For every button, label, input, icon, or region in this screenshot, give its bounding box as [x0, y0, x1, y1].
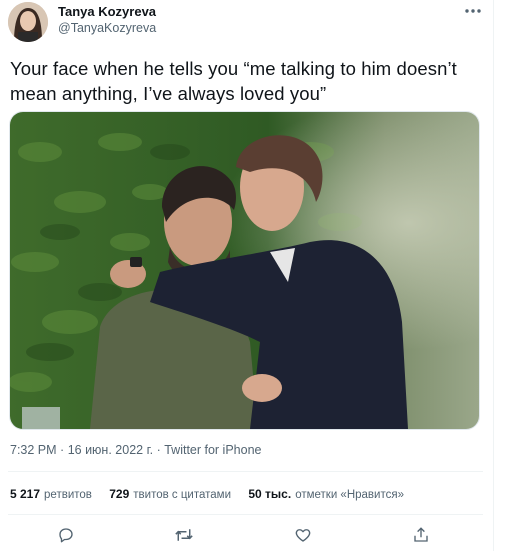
- tweet-text: Your face when he tells you “me talking …: [10, 58, 457, 104]
- quotes-count: 729: [109, 487, 130, 501]
- retweets-count: 5 217: [10, 487, 41, 501]
- meta-separator-2: ·: [156, 443, 161, 457]
- meta-separator-1: ·: [60, 443, 65, 457]
- divider-bottom: [8, 514, 483, 515]
- quotes-label: твитов с цитатами: [133, 489, 232, 501]
- tweet-meta: 7:32 PM · 16 июн. 2022 г. · Twitter for …: [10, 443, 261, 457]
- tweet-actions: [0, 520, 493, 550]
- tweet-date[interactable]: 16 июн. 2022 г.: [68, 443, 153, 457]
- like-button[interactable]: [290, 522, 316, 548]
- tweet-source[interactable]: Twitter for iPhone: [164, 443, 261, 457]
- retweets-stat[interactable]: 5 217 ретвитов: [10, 487, 92, 501]
- tweet-time[interactable]: 7:32 PM: [10, 443, 57, 457]
- tweet: Tanya Kozyreva @TanyaKozyreva Your face …: [0, 0, 493, 551]
- retweet-button[interactable]: [171, 522, 197, 548]
- more-button[interactable]: [460, 0, 486, 22]
- retweets-label: ретвитов: [44, 489, 92, 501]
- retweet-icon: [175, 529, 193, 541]
- more-horizontal-icon: [465, 9, 481, 13]
- share-icon: [414, 527, 428, 542]
- share-button[interactable]: [408, 522, 434, 548]
- author-handle[interactable]: @TanyaKozyreva: [58, 21, 156, 35]
- tweet-stats: 5 217 ретвитов 729 твитов с цитатами 50 ты…: [10, 487, 418, 501]
- reply-icon: [59, 528, 73, 543]
- avatar[interactable]: [8, 2, 48, 42]
- timeline-border: [493, 0, 494, 551]
- reply-button[interactable]: [53, 522, 79, 548]
- quotes-stat[interactable]: 729 твитов с цитатами: [109, 487, 231, 501]
- likes-stat[interactable]: 50 тыс. отметки «Нравится»: [248, 487, 404, 501]
- heart-icon: [295, 529, 311, 542]
- likes-count: 50 тыс.: [248, 487, 292, 501]
- likes-label: отметки «Нравится»: [295, 489, 404, 501]
- divider-top: [8, 471, 483, 472]
- tweet-photo[interactable]: [9, 111, 480, 430]
- author-name[interactable]: Tanya Kozyreva: [58, 4, 156, 19]
